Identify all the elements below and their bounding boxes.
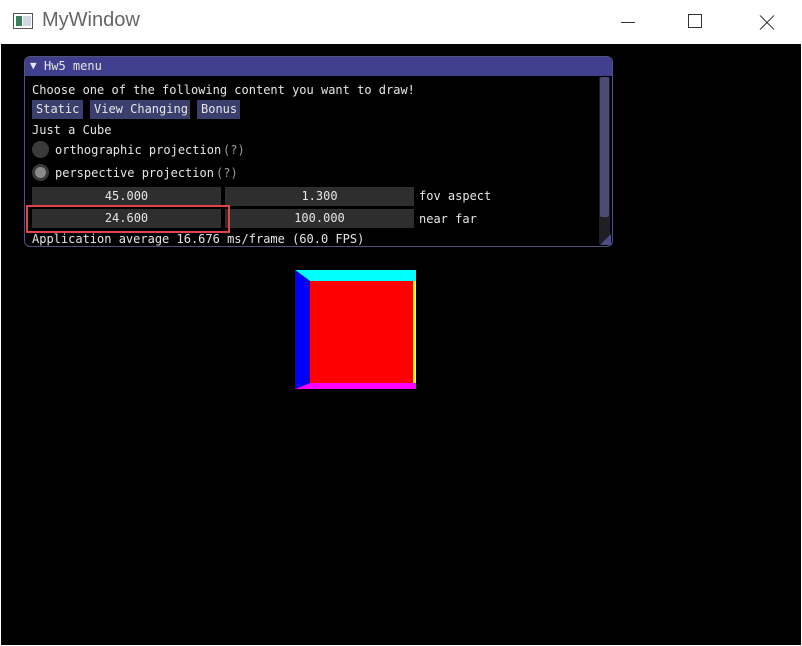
aspect-input[interactable]: 1.300 xyxy=(225,187,414,206)
app-icon xyxy=(13,13,33,29)
panel-header[interactable]: ▼ Hw5 menu xyxy=(25,57,612,76)
window-title: MyWindow xyxy=(42,9,140,31)
perspective-label[interactable]: perspective projection xyxy=(55,166,214,180)
far-input[interactable]: 100.000 xyxy=(225,209,414,228)
fov-input[interactable]: 45.000 xyxy=(32,187,221,206)
panel-title: Hw5 menu xyxy=(44,59,102,73)
perspective-help[interactable]: (?) xyxy=(216,166,238,180)
content-prompt: Choose one of the following content you … xyxy=(32,83,415,97)
panel-scrollbar[interactable] xyxy=(599,77,610,244)
maximize-button[interactable] xyxy=(661,0,731,44)
near-field-highlight xyxy=(26,205,230,233)
orthographic-help[interactable]: (?) xyxy=(223,143,245,157)
cube-left-face xyxy=(295,270,310,389)
cube-front-face xyxy=(310,281,413,383)
view-changing-button[interactable]: View Changing xyxy=(90,100,190,119)
cube-right-face xyxy=(413,281,416,383)
scroll-thumb[interactable] xyxy=(600,77,609,217)
perspective-radio[interactable] xyxy=(32,164,49,181)
cube-render xyxy=(295,270,416,389)
resize-grip-icon[interactable] xyxy=(600,234,611,245)
close-button[interactable] xyxy=(731,0,801,44)
collapse-triangle-icon[interactable]: ▼ xyxy=(30,59,37,72)
cube-top-face xyxy=(295,270,416,281)
minimize-button[interactable] xyxy=(592,0,662,44)
orthographic-label[interactable]: orthographic projection xyxy=(55,143,221,157)
fov-aspect-label: fov aspect xyxy=(419,189,492,203)
title-bar[interactable]: MyWindow xyxy=(0,0,802,44)
static-button[interactable]: Static xyxy=(32,100,83,119)
cube-bottom-face xyxy=(295,383,416,389)
status-text: Application average 16.676 ms/frame (60.… xyxy=(32,232,365,246)
near-far-label: near far xyxy=(419,212,477,226)
current-content-label: Just a Cube xyxy=(32,123,112,137)
bonus-button[interactable]: Bonus xyxy=(197,100,240,119)
orthographic-radio[interactable] xyxy=(32,141,49,158)
